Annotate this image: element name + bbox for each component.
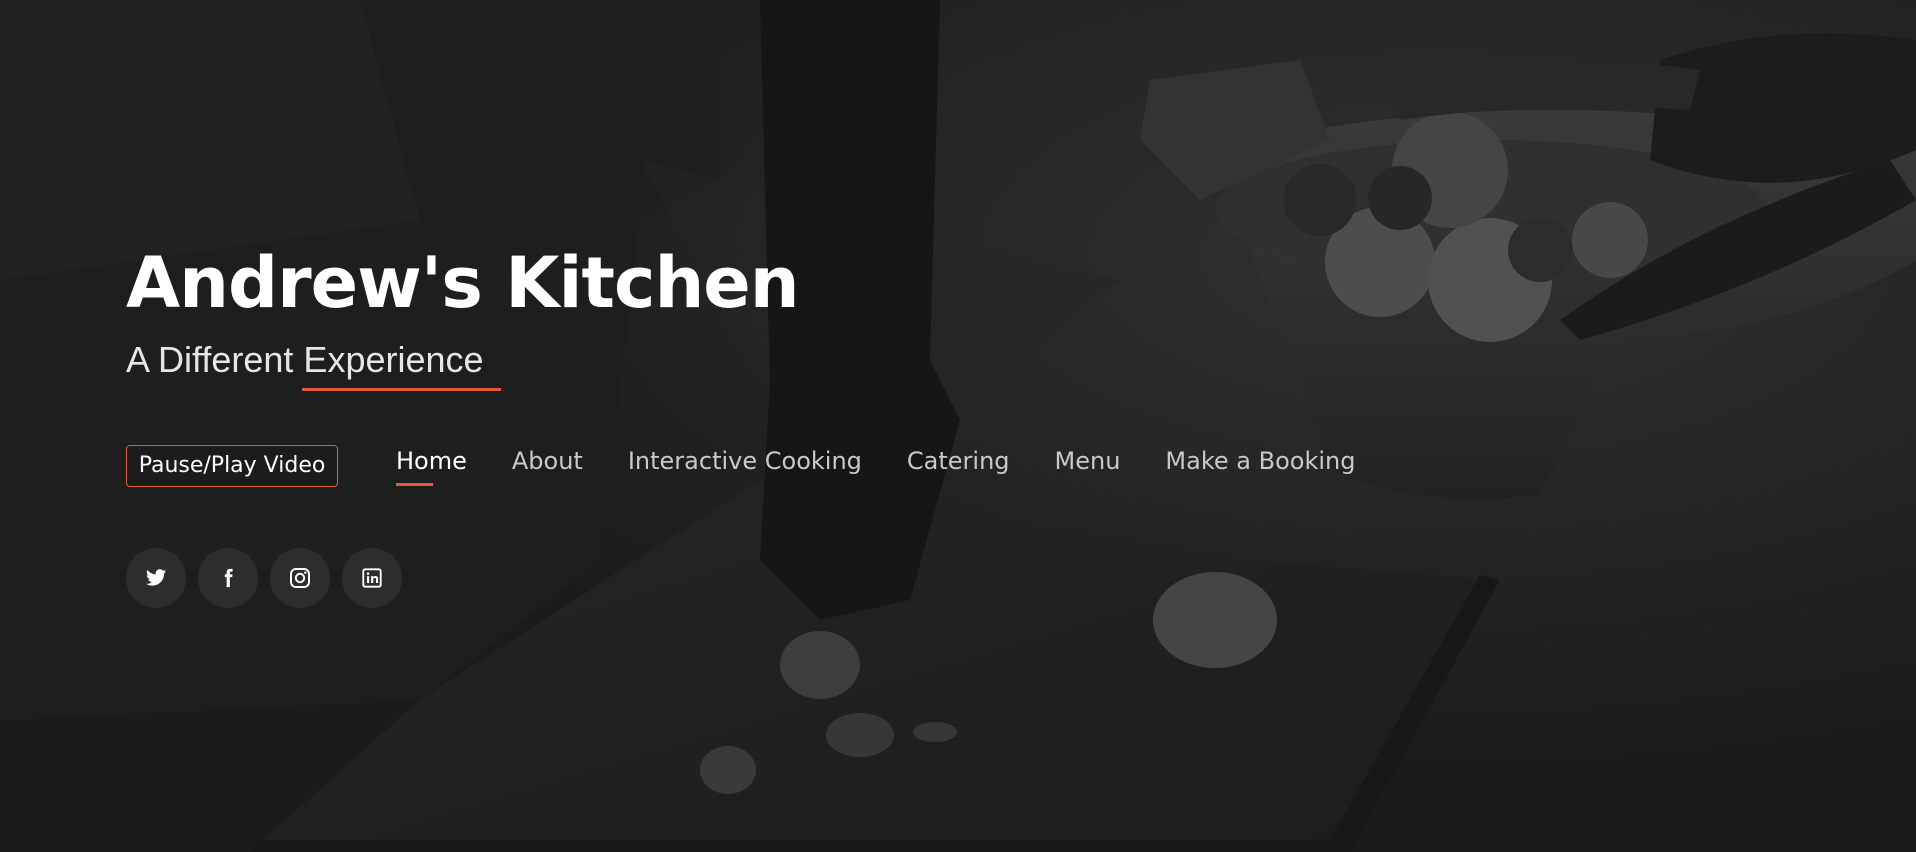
nav-item-label: Interactive Cooking xyxy=(627,447,862,475)
nav-item-home[interactable]: Home xyxy=(396,445,467,486)
instagram-icon xyxy=(290,568,310,588)
tagline: A Different Experience xyxy=(126,338,501,391)
nav-item-interactive-cooking[interactable]: Interactive Cooking xyxy=(628,445,862,477)
nav-item-label: About xyxy=(511,447,583,475)
nav-item-menu[interactable]: Menu xyxy=(1055,445,1121,477)
nav-item-make-a-booking[interactable]: Make a Booking xyxy=(1165,445,1355,477)
site-title: Andrew's Kitchen xyxy=(126,242,800,324)
linkedin-icon xyxy=(362,568,382,588)
nav-item-catering[interactable]: Catering xyxy=(907,445,1010,477)
nav-item-label: Home xyxy=(396,447,467,475)
twitter-icon xyxy=(145,569,167,586)
tagline-text: A Different Experience xyxy=(126,339,484,380)
pause-play-video-button[interactable]: Pause/Play Video xyxy=(126,445,338,487)
nav-row: Pause/Play Video Home About Interactive … xyxy=(126,445,1400,487)
background-video xyxy=(0,0,1916,852)
tagline-underline xyxy=(302,388,501,391)
nav-item-about[interactable]: About xyxy=(512,445,583,477)
active-indicator xyxy=(396,483,433,486)
twitter-link[interactable] xyxy=(126,548,186,608)
social-links xyxy=(126,548,402,608)
hero-section: Andrew's Kitchen A Different Experience … xyxy=(0,0,1916,852)
facebook-icon xyxy=(224,568,233,588)
nav-item-label: Catering xyxy=(906,447,1010,475)
main-nav: Home About Interactive Cooking Catering … xyxy=(396,447,1400,486)
instagram-link[interactable] xyxy=(270,548,330,608)
nav-item-label: Menu xyxy=(1054,447,1121,475)
facebook-link[interactable] xyxy=(198,548,258,608)
linkedin-link[interactable] xyxy=(342,548,402,608)
nav-item-label: Make a Booking xyxy=(1165,447,1356,475)
hero-text: Andrew's Kitchen A Different Experience xyxy=(126,240,800,391)
